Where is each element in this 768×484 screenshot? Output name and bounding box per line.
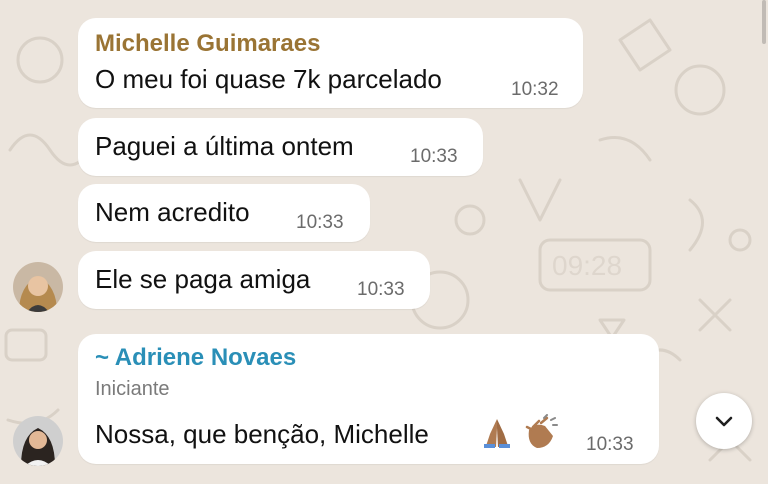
message-bubble[interactable]: Paguei a última ontem 10:33 xyxy=(78,118,483,176)
message-text: O meu foi quase 7k parcelado xyxy=(95,64,442,94)
sender-subtitle: Iniciante xyxy=(95,378,170,400)
message-time: 10:32 xyxy=(511,79,559,100)
message-text: Nem acredito xyxy=(95,197,250,227)
message-bubble[interactable]: Michelle Guimaraes O meu foi quase 7k pa… xyxy=(78,18,583,108)
folded-hands-emoji xyxy=(484,419,510,448)
svg-text:09:28: 09:28 xyxy=(552,250,622,281)
scroll-to-bottom-button[interactable] xyxy=(696,393,752,449)
message-time: 10:33 xyxy=(586,434,634,455)
message-text: Nossa, que benção, Michelle xyxy=(95,419,429,449)
message-text: Paguei a última ontem xyxy=(95,131,354,161)
scrollbar[interactable] xyxy=(762,0,766,44)
avatar[interactable] xyxy=(13,262,63,312)
sender-name[interactable]: ~ Adriene Novaes xyxy=(95,344,296,372)
clapping-hands-emoji xyxy=(525,414,558,448)
message-text: Ele se paga amiga xyxy=(95,264,311,294)
message-bubble[interactable]: Ele se paga amiga 10:33 xyxy=(78,251,430,309)
message-bubble[interactable]: ~ Adriene Novaes Iniciante Nossa, que be… xyxy=(78,334,659,464)
avatar[interactable] xyxy=(13,416,63,466)
chevron-down-icon xyxy=(715,416,733,427)
message-time: 10:33 xyxy=(410,146,458,167)
message-time: 10:33 xyxy=(357,279,405,300)
message-time: 10:33 xyxy=(296,212,344,233)
message-bubble[interactable]: Nem acredito 10:33 xyxy=(78,184,370,242)
sender-name[interactable]: Michelle Guimaraes xyxy=(95,30,320,58)
